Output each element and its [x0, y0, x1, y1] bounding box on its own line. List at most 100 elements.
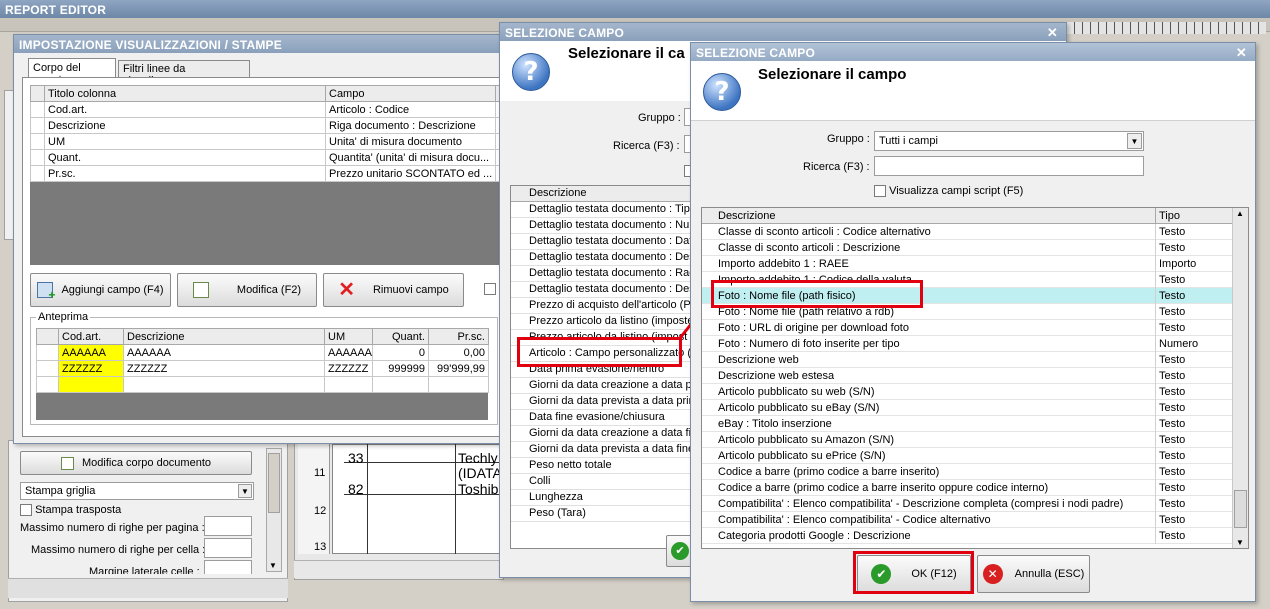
- scroll-up-icon[interactable]: ▲: [1236, 209, 1244, 218]
- col-campo[interactable]: Campo: [325, 85, 496, 102]
- annulla-button[interactable]: ✕ Annulla (ESC): [977, 555, 1090, 593]
- checkmark-icon: ✔: [671, 542, 689, 560]
- table-row[interactable]: Descrizione Riga documento : Descrizione: [30, 117, 505, 134]
- selezione-front-titlebar: SELEZIONE CAMPO ✕: [691, 43, 1255, 61]
- anteprima-header: Cod.art. Descrizione UM Quant. Pr.sc.: [36, 328, 489, 345]
- ricerca-label: Ricerca (F3) :: [803, 161, 870, 173]
- tab-filtri[interactable]: Filtri linee da visualizzare: [118, 60, 250, 87]
- scroll-thumb[interactable]: [1234, 490, 1247, 528]
- list-item[interactable]: Dettaglio testata documento : Des: [511, 250, 699, 266]
- list-item[interactable]: Foto : URL di origine per download foto T…: [702, 320, 1232, 336]
- ruler-mark-11: 11: [314, 467, 326, 479]
- close-icon[interactable]: ✕: [1236, 45, 1247, 61]
- margine-label: Margine laterale celle :: [89, 566, 200, 574]
- max-righe-cella-input[interactable]: [204, 538, 252, 558]
- option-checkbox[interactable]: [484, 283, 496, 295]
- list-item[interactable]: Importo addebito 1 : RAEE Importo: [702, 256, 1232, 272]
- list-item[interactable]: Giorni da data prevista a data fine: [511, 442, 699, 458]
- list-item[interactable]: Giorni da data creazione a data fin: [511, 426, 699, 442]
- max-righe-cella-label: Massimo numero di righe per cella :: [31, 544, 206, 556]
- list-item[interactable]: Lunghezza: [511, 490, 699, 506]
- close-icon[interactable]: ✕: [1047, 25, 1058, 41]
- list-item[interactable]: Foto : Numero di foto inserite per tipo N…: [702, 336, 1232, 352]
- max-righe-pagina-label: Massimo numero di righe per pagina :: [20, 522, 205, 534]
- add-icon: +: [37, 282, 55, 301]
- list-item[interactable]: Dettaglio testata documento : Rag: [511, 266, 699, 282]
- report-text: Techly: [458, 450, 498, 466]
- report-qty: 82: [348, 481, 364, 497]
- list-item[interactable]: Peso netto totale: [511, 458, 699, 474]
- selezione-back-titlebar: SELEZIONE CAMPO ✕: [500, 23, 1066, 41]
- script-checkbox[interactable]: Visualizza campi script (F5): [874, 185, 1023, 198]
- list-item[interactable]: Compatibilita' : Elenco compatibilita' -…: [702, 496, 1232, 512]
- max-righe-pagina-input[interactable]: [204, 516, 252, 536]
- list-item[interactable]: Giorni da data prevista a data prim: [511, 394, 699, 410]
- col-descrizione[interactable]: Descrizione: [718, 210, 775, 222]
- stampa-trasposta-checkbox[interactable]: Stampa trasposta: [20, 504, 121, 517]
- list-item[interactable]: Descrizione web estesa Testo: [702, 368, 1232, 384]
- list-item[interactable]: Data fine evasione/chiusura: [511, 410, 699, 426]
- col-titolo[interactable]: Titolo colonna: [44, 85, 326, 102]
- list-item[interactable]: Categoria prodotti Google : Descrizione T…: [702, 528, 1232, 544]
- list-item[interactable]: Classe di sconto articoli : Codice alter…: [702, 224, 1232, 240]
- list-item[interactable]: Compatibilita' : Elenco compatibilita' -…: [702, 512, 1232, 528]
- list-item[interactable]: Dettaglio testata documento : Dat: [511, 234, 699, 250]
- modifica-corpo-button[interactable]: Modifica corpo documento: [20, 451, 252, 475]
- selezione-front-heading: Selezionare il campo: [758, 66, 907, 83]
- list-item[interactable]: Giorni da data creazione a data pri: [511, 378, 699, 394]
- gruppo-select[interactable]: Tutti i campi ▼: [874, 131, 1144, 151]
- report-line: [367, 444, 368, 554]
- rimuovi-campo-button[interactable]: ✕ Rimuovi campo: [323, 273, 464, 307]
- list-item[interactable]: Descrizione web Testo: [702, 352, 1232, 368]
- report-line: [455, 444, 456, 554]
- scroll-down-icon[interactable]: ▼: [269, 561, 277, 570]
- list-item[interactable]: Articolo pubblicato su web (S/N) Testo: [702, 384, 1232, 400]
- stampa-select[interactable]: Stampa griglia ▼: [20, 482, 254, 500]
- list-item[interactable]: Articolo pubblicato su eBay (S/N) Testo: [702, 400, 1232, 416]
- edit-doc-icon: [60, 456, 74, 470]
- report-canvas-ruler: [298, 444, 330, 554]
- modifica-button[interactable]: Modifica (F2): [177, 273, 317, 307]
- table-row[interactable]: Cod.art. Articolo : Codice: [30, 101, 505, 118]
- list-item[interactable]: Articolo pubblicato su ePrice (S/N) Testo: [702, 448, 1232, 464]
- properties-hscroll[interactable]: [8, 578, 288, 598]
- question-icon: ?: [703, 73, 741, 111]
- list-item[interactable]: Colli: [511, 474, 699, 490]
- highlight-box: [711, 280, 923, 308]
- list-item[interactable]: Classe di sconto articoli : Descrizione T…: [702, 240, 1232, 256]
- scroll-down-icon[interactable]: ▼: [1236, 538, 1244, 547]
- list-item[interactable]: Dettaglio testata documento : Nu: [511, 218, 699, 234]
- anteprima-grid: Cod.art. Descrizione UM Quant. Pr.sc. AA…: [36, 328, 489, 420]
- field-list-scrollbar[interactable]: ▲ ▼: [1232, 208, 1248, 548]
- list-item[interactable]: Codice a barre (primo codice a barre ins…: [702, 464, 1232, 480]
- table-row[interactable]: Quant. Quantita' (unita' di misura docu..…: [30, 149, 505, 166]
- ruler-mark-12: 12: [314, 505, 327, 517]
- chevron-down-icon: ▼: [238, 484, 252, 498]
- report-editor-titlebar: REPORT EDITOR: [0, 0, 1270, 18]
- list-item[interactable]: Articolo pubblicato su Amazon (S/N) Testo: [702, 432, 1232, 448]
- gruppo-label: Gruppo :: [638, 112, 681, 124]
- list-item[interactable]: Peso (Tara): [511, 506, 699, 522]
- scroll-thumb[interactable]: [268, 453, 280, 513]
- list-item[interactable]: Codice a barre (primo codice a barre ins…: [702, 480, 1232, 496]
- tab-corpo-report[interactable]: Corpo del report: [28, 58, 116, 86]
- field-list-header: Descrizione Tipo: [702, 208, 1232, 224]
- list-item[interactable]: Dettaglio testata documento : Tipo: [511, 202, 699, 218]
- col-tipo[interactable]: Tipo: [1155, 208, 1183, 224]
- report-text: (IDATA: [458, 465, 502, 481]
- properties-scrollbar[interactable]: ▼: [266, 448, 282, 572]
- list-item[interactable]: eBay : Titolo inserzione Testo: [702, 416, 1232, 432]
- selezione-campo-front-window: SELEZIONE CAMPO ✕ ? Selezionare il campo…: [690, 42, 1256, 602]
- anteprima-table: Cod.art. Descrizione UM Quant. Pr.sc. AA…: [36, 328, 489, 393]
- table-row[interactable]: Pr.sc. Prezzo unitario SCONTATO ed ...: [30, 165, 505, 182]
- cancel-icon: ✕: [982, 564, 1003, 584]
- margine-input[interactable]: [204, 560, 252, 574]
- impostazione-window: IMPOSTAZIONE VISUALIZZAZIONI / STAMPE Co…: [13, 34, 510, 444]
- field-list-body: Classe di sconto articoli : Codice alter…: [702, 224, 1232, 544]
- aggiungi-campo-button[interactable]: + Aggiungi campo (F4): [30, 273, 171, 307]
- chevron-down-icon: ▼: [1127, 133, 1142, 149]
- table-row[interactable]: UM Unita' di misura documento: [30, 133, 505, 150]
- gruppo-label: Gruppo :: [827, 133, 870, 145]
- report-hscroll[interactable]: [294, 560, 504, 578]
- ricerca-input[interactable]: [874, 156, 1144, 176]
